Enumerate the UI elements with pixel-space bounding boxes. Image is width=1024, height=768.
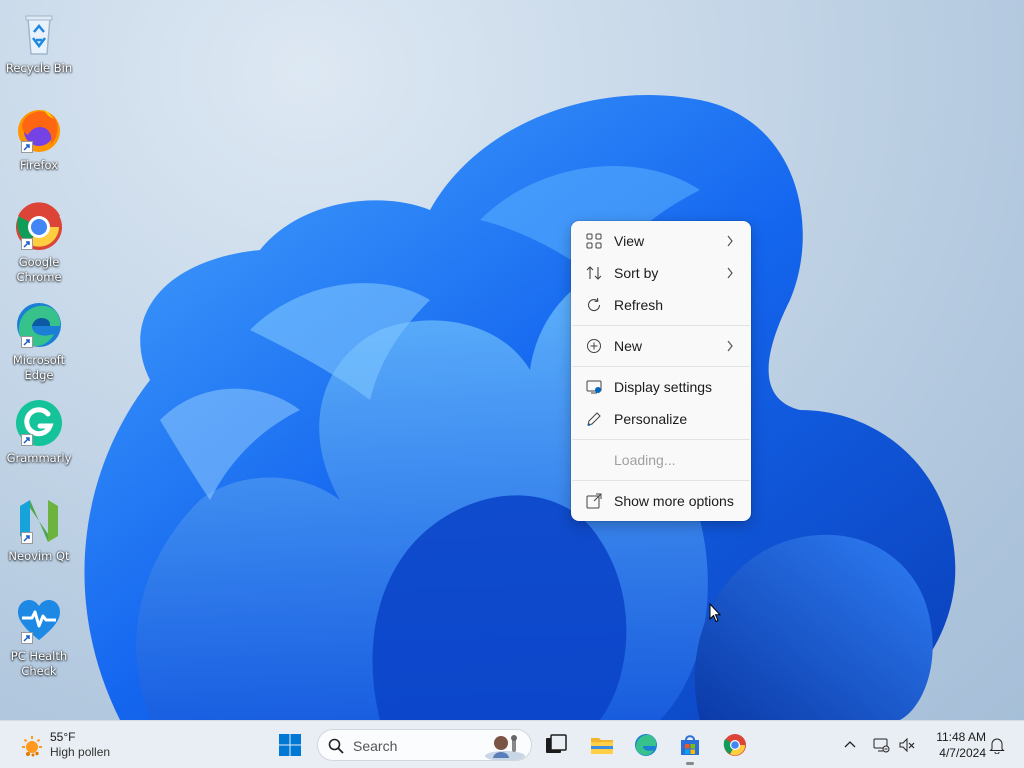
- store-icon: [681, 735, 699, 755]
- taskbar-clock[interactable]: 11:48 AM 4/7/2024: [926, 729, 986, 761]
- desktop-icon-recycle-bin[interactable]: Recycle Bin: [4, 8, 74, 76]
- menu-item-label: New: [614, 338, 643, 354]
- desktop-icon-label: PC Health Check: [10, 649, 68, 678]
- desktop-context-menu: View Sort by Refresh New Display setting…: [571, 221, 751, 521]
- desktop[interactable]: Recycle Bin Firefox Google Chrome Micros…: [0, 0, 1024, 720]
- desktop-icon-grammarly[interactable]: Grammarly: [4, 398, 74, 466]
- desktop-icon-label: Microsoft Edge: [12, 353, 66, 382]
- chevron-right-icon: [727, 235, 733, 247]
- task-view-icon: [546, 734, 567, 753]
- menu-item-label: Refresh: [614, 297, 664, 313]
- plus-circle-icon: [587, 339, 601, 353]
- menu-item-label: Loading...: [614, 452, 676, 468]
- start-button[interactable]: [270, 725, 310, 765]
- notification-bell-icon[interactable]: [988, 736, 1006, 754]
- firefox-icon: [14, 105, 64, 155]
- chrome-icon: [723, 734, 746, 756]
- taskbar-search-box[interactable]: Search: [317, 729, 532, 761]
- desktop-icon-label: Grammarly: [6, 451, 72, 465]
- sun-icon: [22, 736, 42, 757]
- chevron-right-icon: [727, 340, 733, 352]
- chevron-right-icon: [727, 267, 733, 279]
- menu-item-label: Display settings: [614, 379, 713, 395]
- menu-separator: [572, 439, 750, 440]
- menu-item-sort-by[interactable]: Sort by: [571, 257, 751, 289]
- weather-temp: 55°F: [50, 730, 76, 744]
- shortcut-arrow-icon: [21, 238, 33, 250]
- desktop-icon-pc-health-check[interactable]: PC Health Check: [4, 596, 74, 679]
- weather-desc: High pollen: [50, 745, 111, 759]
- running-indicator: [686, 762, 694, 765]
- shortcut-arrow-icon: [21, 632, 33, 644]
- shortcut-arrow-icon: [21, 434, 33, 446]
- desktop-icon-google-chrome[interactable]: Google Chrome: [4, 202, 74, 285]
- menu-item-view[interactable]: View: [571, 225, 751, 257]
- shortcut-arrow-icon: [21, 532, 33, 544]
- menu-separator: [572, 480, 750, 481]
- menu-item-label: Show more options: [614, 493, 734, 509]
- desktop-icon-label: Recycle Bin: [5, 61, 73, 75]
- desktop-icon-microsoft-edge[interactable]: Microsoft Edge: [4, 300, 74, 383]
- menu-item-refresh[interactable]: Refresh: [571, 289, 751, 321]
- menu-item-label: Sort by: [614, 265, 659, 281]
- taskbar: 55°F High pollen Search 11:48 AM 4/7/202…: [0, 720, 1024, 768]
- display-settings-icon: [586, 380, 602, 394]
- search-highlight-art-icon: [485, 735, 525, 760]
- sort-icon: [586, 266, 602, 280]
- recycle-bin-icon: [14, 8, 64, 58]
- volume-muted-icon[interactable]: [898, 736, 916, 754]
- shortcut-arrow-icon: [21, 141, 33, 153]
- menu-item-label: View: [614, 233, 645, 249]
- wallpaper-bloom: [84, 94, 956, 720]
- folder-icon: [591, 738, 613, 754]
- taskbar-app-edge[interactable]: [626, 725, 666, 765]
- desktop-icon-firefox[interactable]: Firefox: [4, 105, 74, 173]
- edge-icon: [14, 300, 64, 350]
- menu-item-personalize[interactable]: Personalize: [571, 403, 751, 435]
- menu-separator: [572, 325, 750, 326]
- menu-item-display-settings[interactable]: Display settings: [571, 371, 751, 403]
- task-view-button[interactable]: [536, 725, 576, 765]
- chevron-up-icon[interactable]: [842, 737, 858, 753]
- mouse-cursor-icon: [709, 603, 721, 623]
- neovim-icon: [14, 496, 64, 546]
- menu-item-show-more-options[interactable]: Show more options: [571, 485, 751, 517]
- search-placeholder: Search: [353, 738, 398, 754]
- pen-icon: [587, 412, 601, 426]
- desktop-icon-neovim-qt[interactable]: Neovim Qt: [4, 496, 74, 564]
- shortcut-arrow-icon: [21, 336, 33, 348]
- menu-item-new[interactable]: New: [571, 330, 751, 362]
- refresh-icon: [587, 297, 601, 312]
- taskbar-app-store[interactable]: [670, 725, 710, 765]
- desktop-icon-label: Neovim Qt: [8, 549, 70, 563]
- menu-separator: [572, 366, 750, 367]
- windows-logo-icon: [279, 734, 301, 756]
- weather-widget[interactable]: 55°F High pollen: [18, 728, 128, 762]
- open-external-icon: [586, 493, 602, 509]
- clock-date: 4/7/2024: [939, 746, 986, 760]
- edge-icon: [635, 734, 657, 756]
- taskbar-app-chrome[interactable]: [715, 725, 755, 765]
- network-icon[interactable]: [872, 736, 890, 754]
- grammarly-icon: [14, 398, 64, 448]
- search-icon: [328, 738, 344, 754]
- pc-health-check-icon: [14, 596, 64, 646]
- menu-item-loading: Loading...: [571, 444, 751, 476]
- desktop-icon-label: Google Chrome: [16, 255, 62, 284]
- grid-icon: [586, 233, 602, 249]
- clock-time: 11:48 AM: [936, 730, 986, 744]
- taskbar-app-file-explorer[interactable]: [582, 725, 622, 765]
- chrome-icon: [14, 202, 64, 252]
- desktop-icon-label: Firefox: [19, 158, 59, 172]
- menu-item-label: Personalize: [614, 411, 688, 427]
